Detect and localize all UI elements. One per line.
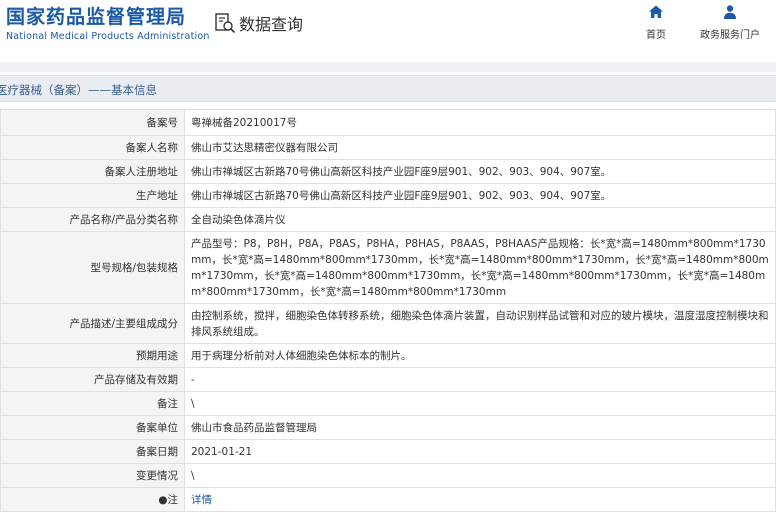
row-label: ●注: [0, 487, 185, 512]
row-value: 佛山市艾达思精密仪器有限公司: [184, 135, 776, 160]
table-row: 变更情况 \: [0, 463, 776, 488]
row-value: 产品型号：P8，P8H，P8A，P8AS，P8HA，P8HAS，P8AAS，P8…: [184, 231, 776, 304]
user-icon: [724, 5, 736, 19]
table-row: 产品存储及有效期 -: [0, 367, 776, 392]
nav-home[interactable]: 首页: [646, 4, 666, 41]
nav-service-portal[interactable]: 政务服务门户: [700, 4, 760, 41]
nav-service-label: 政务服务门户: [700, 30, 760, 41]
row-label: 备案单位: [0, 415, 185, 440]
row-label: 产品名称/产品分类名称: [0, 207, 185, 232]
document-search-icon: [215, 13, 236, 34]
table-row: 备案人名称 佛山市艾达思精密仪器有限公司: [0, 135, 776, 160]
row-label: 备案日期: [0, 439, 185, 464]
details-link[interactable]: 详情: [191, 494, 212, 506]
table-row: 型号规格/包装规格 产品型号：P8，P8H，P8A，P8AS，P8HA，P8HA…: [0, 231, 776, 304]
details-cell: 详情: [184, 487, 776, 512]
table-row: 备案单位 佛山市食品药品监督管理局: [0, 415, 776, 440]
data-query-label: 数据查询: [239, 15, 304, 34]
row-label: 备案人注册地址: [0, 159, 185, 184]
row-value: 佛山市禅城区古新路70号佛山高新区科技产业园F座9层901、902、903、90…: [184, 183, 776, 208]
row-value: 2021-01-21: [184, 439, 776, 464]
row-value: 由控制系统，搅拌，细胞染色体转移系统，细胞染色体滴片装置，自动识别样品试管和对应…: [184, 303, 776, 344]
home-icon: [649, 5, 663, 18]
row-label: 生产地址: [0, 183, 185, 208]
row-value: -: [184, 367, 776, 392]
row-label: 备案人名称: [0, 135, 185, 160]
site-logo[interactable]: 国家药品监督管理局 National Medical Products Admi…: [6, 4, 210, 42]
table-row: 预期用途 用于病理分析前对人体细胞染色体标本的制片。: [0, 343, 776, 368]
row-value: 用于病理分析前对人体细胞染色体标本的制片。: [184, 343, 776, 368]
table-row: 生产地址 佛山市禅城区古新路70号佛山高新区科技产业园F座9层901、902、9…: [0, 183, 776, 208]
row-label: 预期用途: [0, 343, 185, 368]
row-label: 备案号: [0, 109, 185, 136]
site-header: 国家药品监督管理局 National Medical Products Admi…: [0, 0, 776, 62]
data-query-title: 数据查询: [214, 11, 303, 35]
table-row: 备案日期 2021-01-21: [0, 439, 776, 464]
table-row: 备注 \: [0, 391, 776, 416]
header-divider: [0, 62, 776, 72]
row-value: 全自动染色体滴片仪: [184, 207, 776, 232]
row-value: 粤禅械备20210017号: [184, 109, 776, 136]
table-row: 产品描述/主要组成成分 由控制系统，搅拌，细胞染色体转移系统，细胞染色体滴片装置…: [0, 303, 776, 344]
row-label: 产品描述/主要组成成分: [0, 303, 185, 344]
logo-title-en: National Medical Products Administration: [6, 31, 210, 42]
logo-title-cn: 国家药品监督管理局: [6, 6, 187, 28]
row-label: 型号规格/包装规格: [0, 231, 185, 304]
table-row: 产品名称/产品分类名称 全自动染色体滴片仪: [0, 207, 776, 232]
row-value: 佛山市食品药品监督管理局: [184, 415, 776, 440]
row-label: 备注: [0, 391, 185, 416]
row-value: \: [184, 391, 776, 416]
row-label: 产品存储及有效期: [0, 367, 185, 392]
row-value: \: [184, 463, 776, 488]
breadcrumb: 医疗器械（备案）——基本信息: [0, 83, 157, 97]
table-row: 备案号 粤禅械备20210017号: [0, 109, 776, 136]
nav-home-label: 首页: [646, 30, 666, 41]
breadcrumb-bar: 医疗器械（备案）——基本信息: [0, 75, 776, 102]
table-row: 备案人注册地址 佛山市禅城区古新路70号佛山高新区科技产业园F座9层901、90…: [0, 159, 776, 184]
row-label: 变更情况: [0, 463, 185, 488]
table-row: ●注 详情: [0, 487, 776, 512]
detail-table: 备案号 粤禅械备20210017号 备案人名称 佛山市艾达思精密仪器有限公司 备…: [0, 109, 776, 512]
row-value: 佛山市禅城区古新路70号佛山高新区科技产业园F座9层901、902、903、90…: [184, 159, 776, 184]
